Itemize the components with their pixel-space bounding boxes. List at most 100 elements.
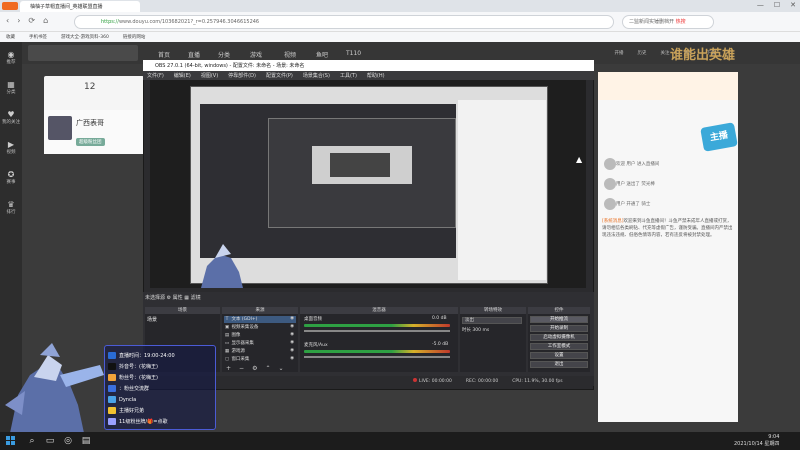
header-action[interactable]: 开播 bbox=[615, 50, 624, 56]
menu-profile[interactable]: 配置文件(P) bbox=[266, 72, 293, 79]
nav-t110[interactable]: T110 bbox=[346, 50, 361, 57]
url-input[interactable]: https://www.douyu.com/103682021?_r=0.257… bbox=[74, 15, 614, 29]
gear-icon[interactable]: ⚙ bbox=[252, 365, 257, 372]
add-icon[interactable]: + bbox=[226, 365, 231, 372]
close-icon[interactable]: ✕ bbox=[790, 1, 796, 9]
mouse-cursor-icon: ▲ bbox=[576, 155, 583, 164]
menu-tools[interactable]: 工具(T) bbox=[340, 72, 357, 79]
browser-logo-icon[interactable] bbox=[2, 2, 18, 10]
menu-help[interactable]: 帮助(H) bbox=[367, 72, 385, 79]
overlay-line: 抖音号：(花嗨王) bbox=[108, 363, 158, 370]
system-clock[interactable]: 9:04 2021/10/14 星期四 bbox=[734, 434, 779, 448]
home-icon[interactable]: ⌂ bbox=[43, 16, 48, 25]
visibility-eye-icon[interactable]: ◉ bbox=[290, 356, 294, 361]
url-path: /103682021?_r=0.257946.3046615246 bbox=[160, 19, 260, 25]
site-logo[interactable] bbox=[28, 45, 138, 61]
image-icon: ▤ bbox=[224, 333, 230, 338]
visibility-eye-icon[interactable]: ◉ bbox=[290, 324, 294, 329]
bookmark-item[interactable]: 手机书签 bbox=[29, 34, 47, 40]
menu-view[interactable]: 视图(V) bbox=[201, 72, 218, 79]
source-name: 视频采集设备 bbox=[231, 325, 259, 330]
fan-badge[interactable]: 超级粉丝团 bbox=[76, 138, 105, 146]
move-up-icon[interactable]: ⌃ bbox=[265, 365, 270, 372]
visibility-eye-icon[interactable]: ◉ bbox=[290, 348, 294, 353]
sidebar-item-events[interactable]: ✪ 赛事 bbox=[0, 170, 22, 185]
search-icon[interactable]: ⌕ bbox=[26, 435, 38, 447]
overlay-line: Dyncla bbox=[108, 396, 136, 403]
forward-icon[interactable]: › bbox=[17, 16, 20, 25]
source-item[interactable]: ▣ 视频采集设备 ◉ bbox=[224, 324, 296, 331]
sidebar-item-follow[interactable]: ♥ 我的关注 bbox=[0, 110, 22, 125]
header-action[interactable]: 历史 bbox=[638, 50, 647, 56]
sidebar-item-label: 我的关注 bbox=[2, 120, 20, 125]
obs-titlebar[interactable]: OBS 27.0.1 (64-bit, windows) - 配置文件: 未命名… bbox=[143, 60, 594, 71]
transition-duration[interactable]: 时长 300 ms bbox=[462, 327, 489, 333]
back-icon[interactable]: ‹ bbox=[6, 16, 9, 25]
browser-taskbar-icon[interactable]: ◎ bbox=[62, 435, 74, 447]
tiktok-icon bbox=[108, 363, 116, 370]
source-item[interactable]: ▦ 游戏源 ◉ bbox=[224, 348, 296, 355]
overlay-line: 11级粉丝牌/🎁=点歌 bbox=[108, 418, 167, 425]
text-icon: T bbox=[225, 317, 229, 322]
source-item[interactable]: ▢ 窗口采集 ◉ bbox=[224, 356, 296, 363]
windows-start-icon[interactable] bbox=[6, 436, 16, 446]
menu-scene-collection[interactable]: 场景集合(S) bbox=[303, 72, 330, 79]
header-action[interactable]: 关注 bbox=[661, 50, 670, 56]
settings-button[interactable]: 设置 bbox=[530, 352, 588, 359]
sidebar-item-rank[interactable]: ♛ 排行 bbox=[0, 200, 22, 215]
maximize-icon[interactable]: ☐ bbox=[774, 1, 780, 9]
move-down-icon[interactable]: ⌄ bbox=[278, 365, 283, 372]
visibility-eye-icon[interactable]: ◉ bbox=[290, 332, 294, 337]
play-icon: ▶ bbox=[7, 140, 15, 149]
minimize-icon[interactable]: — bbox=[757, 1, 764, 9]
chat-message: 用户 送出了 荧光棒 bbox=[616, 182, 655, 187]
explorer-icon[interactable]: ▤ bbox=[80, 435, 92, 447]
virtual-camera-button[interactable]: 启动虚拟摄像机 bbox=[530, 334, 588, 341]
nav-video[interactable]: 视频 bbox=[284, 50, 296, 59]
avatar[interactable] bbox=[604, 198, 616, 210]
nav-category[interactable]: 分类 bbox=[218, 50, 230, 59]
studio-mode-button[interactable]: 工作室模式 bbox=[530, 343, 588, 350]
visibility-eye-icon[interactable]: ◉ bbox=[290, 316, 294, 321]
start-streaming-button[interactable]: 开始推流 bbox=[530, 316, 588, 323]
browser-search-input[interactable]: 二监新闻实锤删档开 热搜 bbox=[622, 15, 714, 29]
browser-tab-active[interactable]: 柚柚子草帽直播间_英雄联盟直播 bbox=[20, 1, 140, 12]
source-item[interactable]: T 文本 (GDI+) ◉ bbox=[224, 316, 296, 323]
dock-controls-header: 控件 bbox=[528, 307, 590, 314]
source-item[interactable]: ▤ 图像 ◉ bbox=[224, 332, 296, 339]
source-item[interactable]: ▭ 显示器采集 ◉ bbox=[224, 340, 296, 347]
bookmark-item[interactable]: 收藏 bbox=[6, 34, 15, 40]
exit-button[interactable]: 退出 bbox=[530, 361, 588, 368]
sidebar-item-category[interactable]: ▦ 分类 bbox=[0, 80, 22, 95]
start-recording-button[interactable]: 开始录制 bbox=[530, 325, 588, 332]
sidebar-item-recommend[interactable]: ◉ 推荐 bbox=[0, 50, 22, 65]
task-view-icon[interactable]: ▭ bbox=[44, 435, 56, 447]
bookmark-item[interactable]: 链接的网站 bbox=[123, 34, 146, 40]
visibility-eye-icon[interactable]: ◉ bbox=[290, 340, 294, 345]
source-toolbar-buttons: + − ⚙ ⌃ ⌄ bbox=[226, 365, 284, 372]
sidebar-item-video[interactable]: ▶ 视频 bbox=[0, 140, 22, 155]
nav-home[interactable]: 首页 bbox=[158, 50, 170, 59]
reload-icon[interactable]: ⟳ bbox=[28, 16, 35, 25]
remove-icon[interactable]: − bbox=[239, 365, 244, 372]
avatar[interactable] bbox=[604, 158, 616, 170]
sidebar-item-label: 视频 bbox=[6, 150, 16, 155]
scene-list-item[interactable]: 场景 bbox=[147, 316, 157, 323]
mixer-volume-slider[interactable] bbox=[304, 356, 450, 358]
obs-menubar: 文件(F) 编辑(E) 视图(V) 停靠部件(D) 配置文件(P) 场景集合(S… bbox=[143, 71, 594, 80]
transition-select[interactable]: 淡出 bbox=[462, 317, 522, 324]
nav-fishbar[interactable]: 鱼吧 bbox=[316, 50, 328, 59]
bookmark-item[interactable]: 游戏大全-游戏资料-360 bbox=[61, 34, 109, 40]
menu-docks[interactable]: 停靠部件(D) bbox=[228, 72, 256, 79]
nav-games[interactable]: 游戏 bbox=[250, 50, 262, 59]
clock-icon bbox=[108, 352, 116, 359]
fan-icon bbox=[108, 374, 116, 381]
menu-edit[interactable]: 编辑(E) bbox=[174, 72, 191, 79]
anchor-avatar[interactable] bbox=[48, 116, 72, 140]
game-icon bbox=[108, 396, 116, 403]
nav-live[interactable]: 直播 bbox=[188, 50, 200, 59]
source-toolbar[interactable]: 未选择源 ⚙ 属性 ▦ 滤镜 bbox=[145, 294, 201, 301]
avatar[interactable] bbox=[604, 178, 616, 190]
menu-file[interactable]: 文件(F) bbox=[147, 72, 164, 79]
mixer-volume-slider[interactable] bbox=[304, 330, 450, 332]
